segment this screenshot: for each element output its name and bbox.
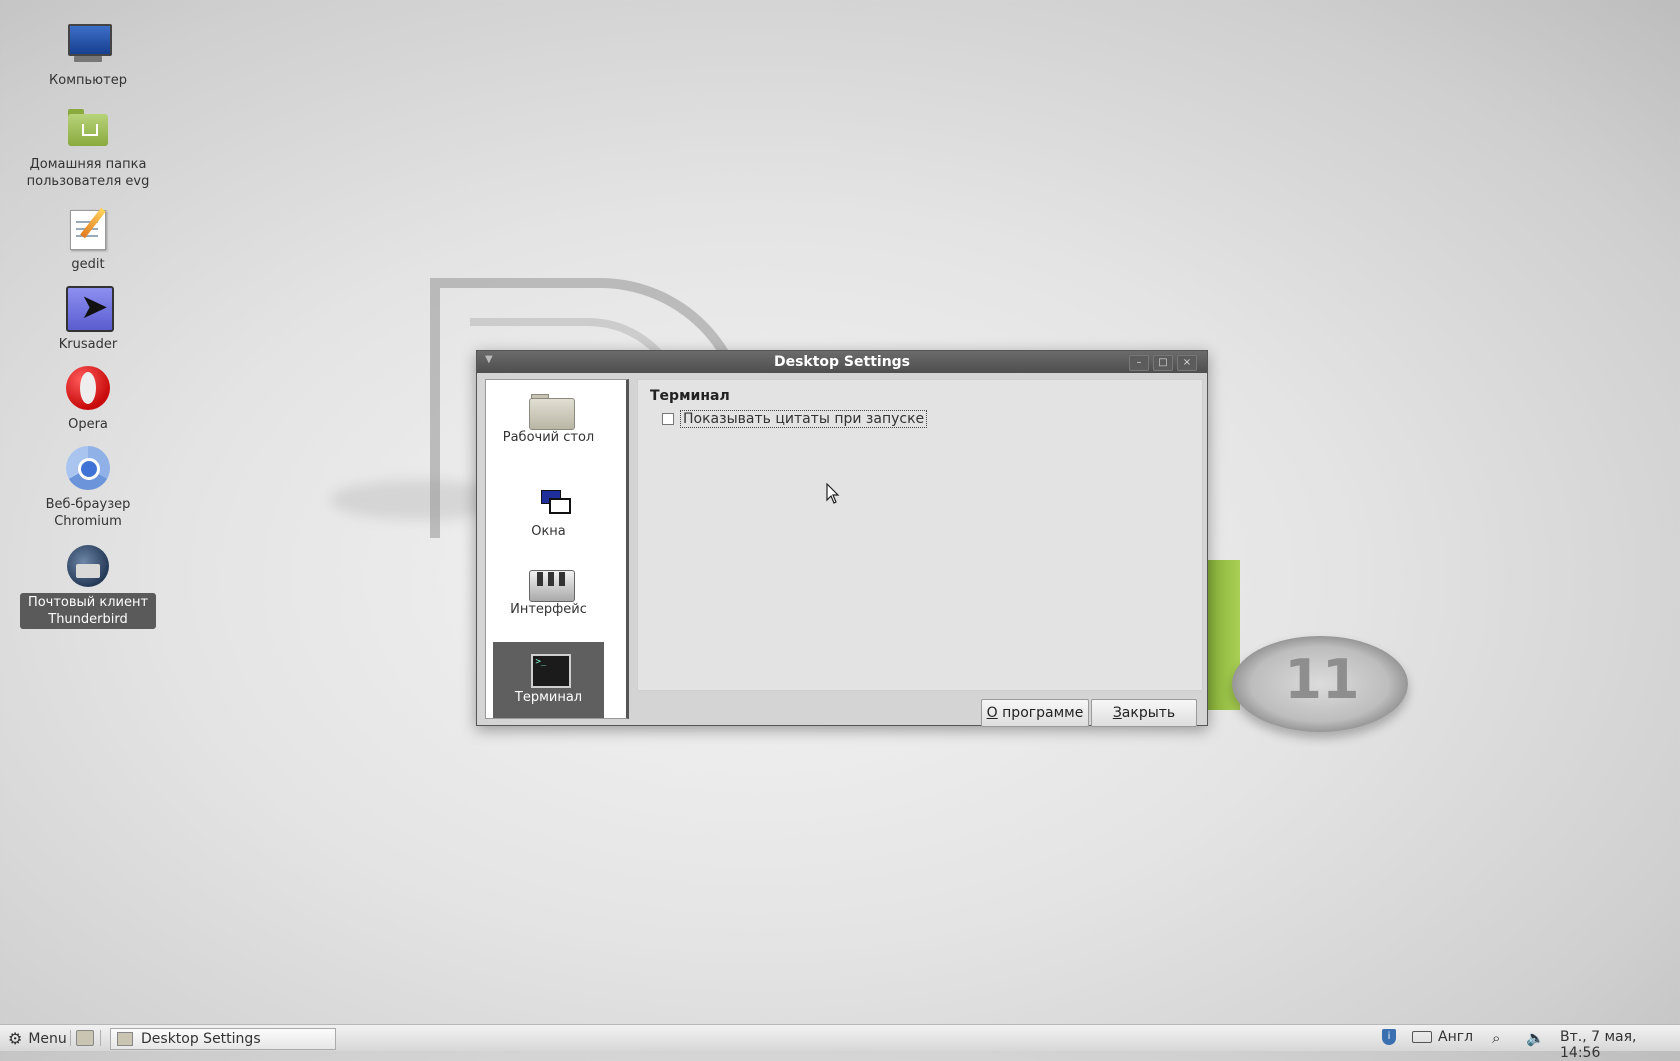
volume-icon[interactable]: 🔈 xyxy=(1526,1029,1545,1047)
dialog-body: Рабочий стол Окна Интерфейс >_ Терминал … xyxy=(483,379,1203,727)
sidebar-item-interface[interactable]: Интерфейс xyxy=(493,564,604,630)
settings-sidebar: Рабочий стол Окна Интерфейс >_ Терминал xyxy=(485,379,629,719)
about-button[interactable]: О программе xyxy=(981,699,1089,727)
desktop-icon-computer[interactable]: Компьютер xyxy=(20,20,156,90)
menu-button[interactable]: ⚙ Menu xyxy=(8,1029,67,1048)
about-mnemonic: О xyxy=(986,705,998,721)
sidebar-item-label: Терминал xyxy=(514,690,583,705)
gedit-icon xyxy=(64,204,112,252)
interface-mixer-icon xyxy=(528,564,575,602)
desktop-icon-gedit[interactable]: gedit xyxy=(20,204,156,274)
sidebar-item-label: Рабочий стол xyxy=(502,430,595,445)
show-quotes-label[interactable]: Показывать цитаты при запуске xyxy=(680,410,928,428)
maximize-button[interactable]: □ xyxy=(1153,355,1173,371)
opera-icon xyxy=(64,364,112,412)
mouse-pointer-icon xyxy=(826,483,840,504)
desktop-icon-thunderbird[interactable]: Почтовый клиент Thunderbird xyxy=(20,542,156,629)
taskbar-item-desktop-settings[interactable]: Desktop Settings xyxy=(110,1028,336,1050)
show-quotes-option[interactable]: Показывать цитаты при запуске xyxy=(662,410,928,428)
desktop-settings-dialog: ▼ Desktop Settings – □ × Рабочий стол Ок… xyxy=(476,350,1208,727)
sidebar-item-label: Окна xyxy=(531,524,566,539)
titlebar[interactable]: ▼ Desktop Settings – □ × xyxy=(477,351,1207,373)
desktop-icon-label: Компьютер xyxy=(49,73,127,88)
close-label: акрыть xyxy=(1121,705,1176,721)
network-icon[interactable]: ⌕ xyxy=(1492,1029,1500,1047)
keyboard-layout[interactable]: Англ xyxy=(1412,1029,1473,1045)
sidebar-item-terminal[interactable]: >_ Терминал xyxy=(493,642,604,718)
sidebar-item-windows[interactable]: Окна xyxy=(493,486,604,540)
desktop-icon-krusader[interactable]: ➤ Krusader xyxy=(20,284,156,354)
sidebar-item-desktop[interactable]: Рабочий стол xyxy=(493,392,604,466)
clock[interactable]: Вт., 7 мая, 14:56 xyxy=(1560,1029,1680,1061)
krusader-icon: ➤ xyxy=(64,284,114,332)
desktop-icon-label: Домашняя папка пользователя evg xyxy=(26,157,150,189)
desktop-icon-chromium[interactable]: Веб-браузер Chromium xyxy=(20,444,156,531)
desktop-icon-label: Opera xyxy=(68,417,108,432)
settings-content: Терминал Показывать цитаты при запуске xyxy=(637,379,1203,691)
desktop-icon-label: gedit xyxy=(71,257,105,272)
keyboard-icon xyxy=(1412,1031,1432,1043)
terminal-icon: >_ xyxy=(529,652,571,688)
gear-icon: ⚙ xyxy=(8,1029,23,1048)
section-title: Терминал xyxy=(650,388,730,404)
show-quotes-checkbox[interactable] xyxy=(662,413,674,425)
computer-icon xyxy=(64,20,112,68)
wallpaper-ring-text: 11 xyxy=(1284,648,1360,711)
desktop-icon-opera[interactable]: Opera xyxy=(20,364,156,434)
chromium-icon xyxy=(64,444,112,492)
minimize-button[interactable]: – xyxy=(1129,355,1149,371)
show-desktop-icon[interactable] xyxy=(76,1030,94,1046)
windows-icon xyxy=(529,486,571,520)
thunderbird-icon xyxy=(64,542,112,590)
dialog-title: Desktop Settings xyxy=(773,354,911,370)
desktop-icon-label: Веб-браузер Chromium xyxy=(45,497,131,529)
panel-separator xyxy=(70,1030,71,1046)
close-mnemonic: З xyxy=(1112,705,1122,721)
clock-label: Вт., 7 мая, 14:56 xyxy=(1560,1029,1637,1061)
update-shield-icon[interactable]: i xyxy=(1382,1029,1396,1045)
about-label: программе xyxy=(997,705,1084,721)
keyboard-layout-label: Англ xyxy=(1438,1029,1474,1045)
taskbar-item-label: Desktop Settings xyxy=(141,1031,261,1047)
sidebar-item-label: Интерфейс xyxy=(510,602,587,617)
desktop-icon-home[interactable]: Домашняя папка пользователя evg xyxy=(20,104,156,191)
panel-separator xyxy=(100,1030,101,1046)
desktop-icon-label: Krusader xyxy=(58,337,118,352)
desktop-settings-icon xyxy=(117,1032,133,1046)
menu-label: Menu xyxy=(28,1030,67,1047)
desktop-icon-label: Почтовый клиент Thunderbird xyxy=(20,593,156,629)
close-window-button[interactable]: × xyxy=(1177,355,1197,371)
home-folder-icon xyxy=(64,104,112,152)
desktop-folder-icon xyxy=(528,392,575,430)
close-button[interactable]: Закрыть xyxy=(1091,699,1197,727)
bottom-panel: ⚙ Menu Desktop Settings i Англ ⌕ 🔈 Вт., … xyxy=(0,1024,1680,1061)
